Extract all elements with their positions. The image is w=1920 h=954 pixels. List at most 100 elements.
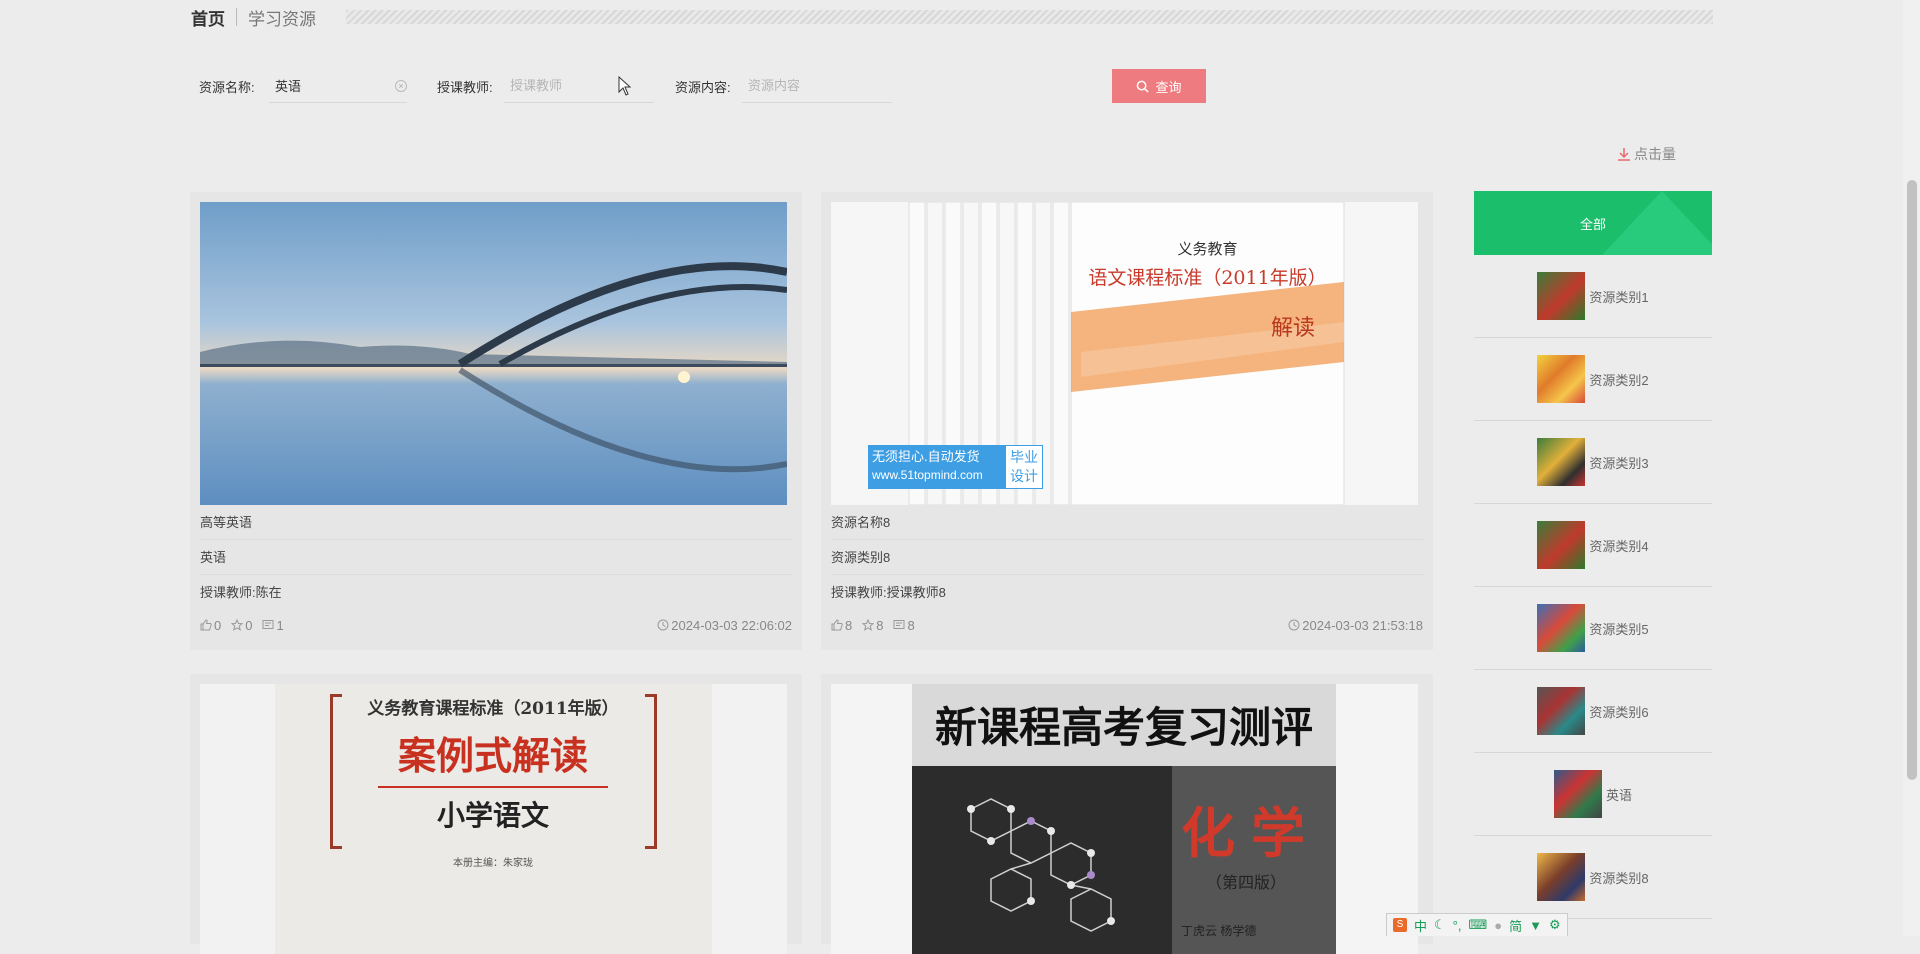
molecule-illustration [967,798,1115,932]
resource-name-input[interactable] [269,69,407,103]
query-label: 查询 [1155,79,1182,95]
content-input[interactable] [742,69,892,103]
breadcrumb-home[interactable]: 首页 [191,5,225,30]
category-label: 资源类别5 [1589,621,1649,637]
category-item[interactable]: 资源类别2 [1474,338,1712,421]
moon-icon[interactable]: ☾ [1434,917,1446,933]
cover-editor-text: 本册主编：朱家珑 [453,858,533,869]
search-icon [1137,80,1150,93]
publish-time: 2024-03-03 21:53:18 [1288,618,1423,633]
ime-toolbar[interactable]: S 中 ☾ °, ⌨ ● 简 ▼ ⚙ [1386,913,1568,936]
thumbs-up-icon [831,619,843,631]
category-thumbnail [1537,355,1586,403]
category-item[interactable]: 资源类别4 [1474,504,1712,587]
cover-sub-text: 小学语文 [436,799,549,832]
category-thumbnail [1553,770,1602,818]
category-label: 资源类别8 [1589,870,1649,886]
resource-title[interactable]: 资源名称8 [831,505,1423,540]
query-button[interactable]: 查询 [1112,69,1206,103]
category-label: 资源类别2 [1589,372,1649,388]
resource-cover-image[interactable]: 新课程高考复习测评 化学 （第四版） 丁虎云 杨学德 [831,684,1418,954]
category-thumbnail [1537,604,1586,652]
comment-count[interactable]: 1 [262,618,284,633]
category-item[interactable]: 资源类别8 [1474,836,1712,919]
favorite-count[interactable]: 0 [231,618,252,633]
resource-card[interactable]: 新课程高考复习测评 化学 （第四版） 丁虎云 杨学德 [821,674,1433,954]
cover-title-text: 新课程高考复习测评 [934,703,1313,752]
star-icon [231,619,244,631]
resource-cover-image[interactable]: 义务教育 语文课程标准（2011年版） 解读 无须担心.自动发货 www.51t… [831,202,1418,505]
breadcrumb-separator [236,8,237,26]
resource-cover-image[interactable] [200,202,787,505]
like-count[interactable]: 8 [831,618,852,633]
publish-time: 2024-03-03 22:06:02 [657,618,792,633]
comment-icon [262,620,274,629]
category-thumbnail [1537,687,1586,735]
category-sidebar: 全部 资源类别1 资源类别2 资源类别3 资源类别4 资源类别5 资源类别6 英… [1474,191,1712,919]
category-label: 资源类别1 [1589,289,1649,305]
ime-mode[interactable]: 中 [1414,916,1427,935]
cover-edition-text: （第四版） [1206,875,1287,892]
download-arrow-icon [1618,148,1630,161]
cover-title-text: 语文课程标准（2011年版） [1088,267,1327,289]
category-thumbnail [1537,272,1586,320]
category-item[interactable]: 英语 [1474,753,1712,836]
teacher-input[interactable] [504,69,654,103]
teacher-label: 授课教师: [437,80,493,95]
resource-teacher: 授课教师:授课教师8 [831,585,946,600]
star-icon [862,619,875,631]
cover-title-text: 案例式解读 [397,733,588,778]
resource-category: 英语 [200,540,792,575]
watermark: 无须担心.自动发货 www.51topmind.com 毕业 设计 [868,445,1043,489]
resource-card[interactable]: 义务教育 语文课程标准（2011年版） 解读 无须担心.自动发货 www.51t… [821,192,1433,650]
name-label: 资源名称: [199,80,255,95]
category-thumbnail [1537,853,1586,901]
cover-authors-text: 丁虎云 杨学德 [1181,924,1257,938]
cover-top-text: 义务教育课程标准（2011年版） [367,699,619,719]
thumbs-up-icon [200,619,212,631]
resource-card[interactable]: 义务教育课程标准（2011年版） 案例式解读 小学语文 本册主编：朱家珑 [190,674,802,954]
ime-simplified[interactable]: 简 [1509,916,1522,935]
resource-cover-image[interactable]: 义务教育课程标准（2011年版） 案例式解读 小学语文 本册主编：朱家珑 [200,684,787,954]
user-icon[interactable]: ● [1494,918,1502,933]
category-thumbnail [1537,521,1586,569]
clear-icon[interactable]: × [395,80,407,92]
category-item[interactable]: 资源类别3 [1474,421,1712,504]
category-label: 英语 [1605,787,1632,803]
resource-meta: 0 0 1 2024-03-03 22:06:02 [200,610,792,640]
category-label: 资源类别4 [1589,538,1649,554]
category-item[interactable]: 资源类别5 [1474,587,1712,670]
sogou-logo-icon: S [1393,918,1407,932]
breadcrumb: 首页 学习资源 [191,4,1713,30]
category-item[interactable]: 资源类别1 [1474,255,1712,338]
sort-label: 点击量 [1634,146,1676,162]
resource-teacher: 授课教师:陈在 [200,585,282,600]
resource-title[interactable]: 高等英语 [200,505,792,540]
comment-icon [893,620,905,629]
breadcrumb-current: 学习资源 [248,9,316,29]
page-scrollbar[interactable] [1903,0,1920,936]
settings-icon[interactable]: ⚙ [1549,917,1561,933]
keyboard-icon[interactable]: ⌨ [1468,917,1487,933]
comment-count[interactable]: 8 [893,618,915,633]
sort-by-clicks[interactable]: 点击量 [1617,144,1676,164]
category-all-label: 全部 [1579,216,1606,232]
favorite-count[interactable]: 8 [862,618,883,633]
category-label: 资源类别3 [1589,455,1649,471]
resource-meta: 8 8 8 2024-03-03 21:53:18 [831,610,1423,640]
category-label: 资源类别6 [1589,704,1649,720]
cover-sub-text: 化学 [1181,801,1321,865]
clock-icon [1288,619,1300,631]
scrollbar-thumb[interactable] [1907,180,1917,780]
cover-sub-text: 解读 [1271,316,1316,341]
clock-icon [657,619,669,631]
category-all[interactable]: 全部 [1474,191,1712,255]
punctuation-icon[interactable]: °, [1453,918,1462,933]
cover-top-text: 义务教育 [1177,240,1238,258]
resource-card[interactable]: 高等英语 英语 授课教师:陈在 0 0 1 2024-03-03 22:06:0… [190,192,802,650]
like-count[interactable]: 0 [200,618,221,633]
category-item[interactable]: 资源类别6 [1474,670,1712,753]
title-decoration [346,10,1713,24]
skin-icon[interactable]: ▼ [1529,918,1542,933]
resource-category: 资源类别8 [831,540,1423,575]
